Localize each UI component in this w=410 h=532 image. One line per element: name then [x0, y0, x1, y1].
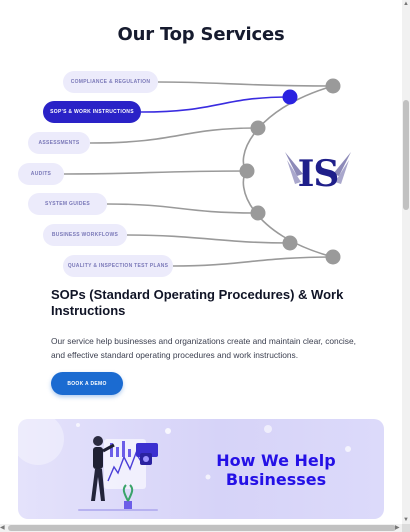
scroll-left-arrow-icon[interactable]: ◀	[0, 524, 5, 532]
service-description: Our service help businesses and organiza…	[51, 336, 356, 360]
page: Our Top Services Compliance & Regulation…	[0, 0, 402, 524]
connector-line-compliance	[157, 81, 334, 87]
scroll-right-arrow-icon[interactable]: ▶	[395, 524, 400, 532]
node-system-guides[interactable]	[250, 205, 266, 221]
connector-line-system-guides	[106, 203, 259, 214]
vertical-scrollbar[interactable]: ▲ ▼	[402, 0, 410, 524]
service-pill-quality[interactable]: Quality & Inspection Test Plans	[63, 255, 173, 277]
service-pill-assessments[interactable]: Assessments	[28, 132, 90, 154]
connector-line-sops	[140, 96, 291, 113]
connector-line-audits	[63, 170, 248, 175]
scrollbar-corner	[402, 524, 410, 532]
connector-line-quality	[172, 256, 334, 267]
node-quality[interactable]	[325, 249, 341, 265]
service-pill-system-guides[interactable]: System Guides	[28, 193, 107, 215]
node-workflows[interactable]	[282, 235, 298, 251]
section-title: Our Top Services	[117, 24, 285, 45]
horizontal-scrollbar[interactable]: ◀ ▶	[0, 524, 402, 532]
node-assessments[interactable]	[250, 120, 266, 136]
horizontal-scroll-thumb[interactable]	[8, 525, 396, 531]
node-sops[interactable]	[282, 89, 298, 105]
scroll-down-arrow-icon[interactable]: ▼	[403, 516, 409, 524]
is-logo: IS	[297, 153, 340, 195]
node-compliance[interactable]	[325, 78, 341, 94]
service-title: SOPs (Standard Operating Procedures) & W…	[51, 287, 344, 318]
vertical-scroll-thumb[interactable]	[403, 100, 409, 210]
connector-line-workflows	[126, 234, 291, 244]
service-pill-workflows[interactable]: Business Workflows	[43, 224, 127, 246]
service-pill-sops[interactable]: SOP's & Work Instructions	[43, 101, 141, 123]
how-we-help-heading: How We Help Businesses	[216, 451, 336, 489]
book-demo-button[interactable]: Book a Demo	[51, 372, 123, 395]
connector-line-assessments	[89, 127, 259, 144]
node-audits[interactable]	[239, 163, 255, 179]
scroll-up-arrow-icon[interactable]: ▲	[403, 0, 409, 8]
service-pill-compliance[interactable]: Compliance & Regulation	[63, 71, 158, 93]
service-pill-audits[interactable]: Audits	[18, 163, 64, 185]
